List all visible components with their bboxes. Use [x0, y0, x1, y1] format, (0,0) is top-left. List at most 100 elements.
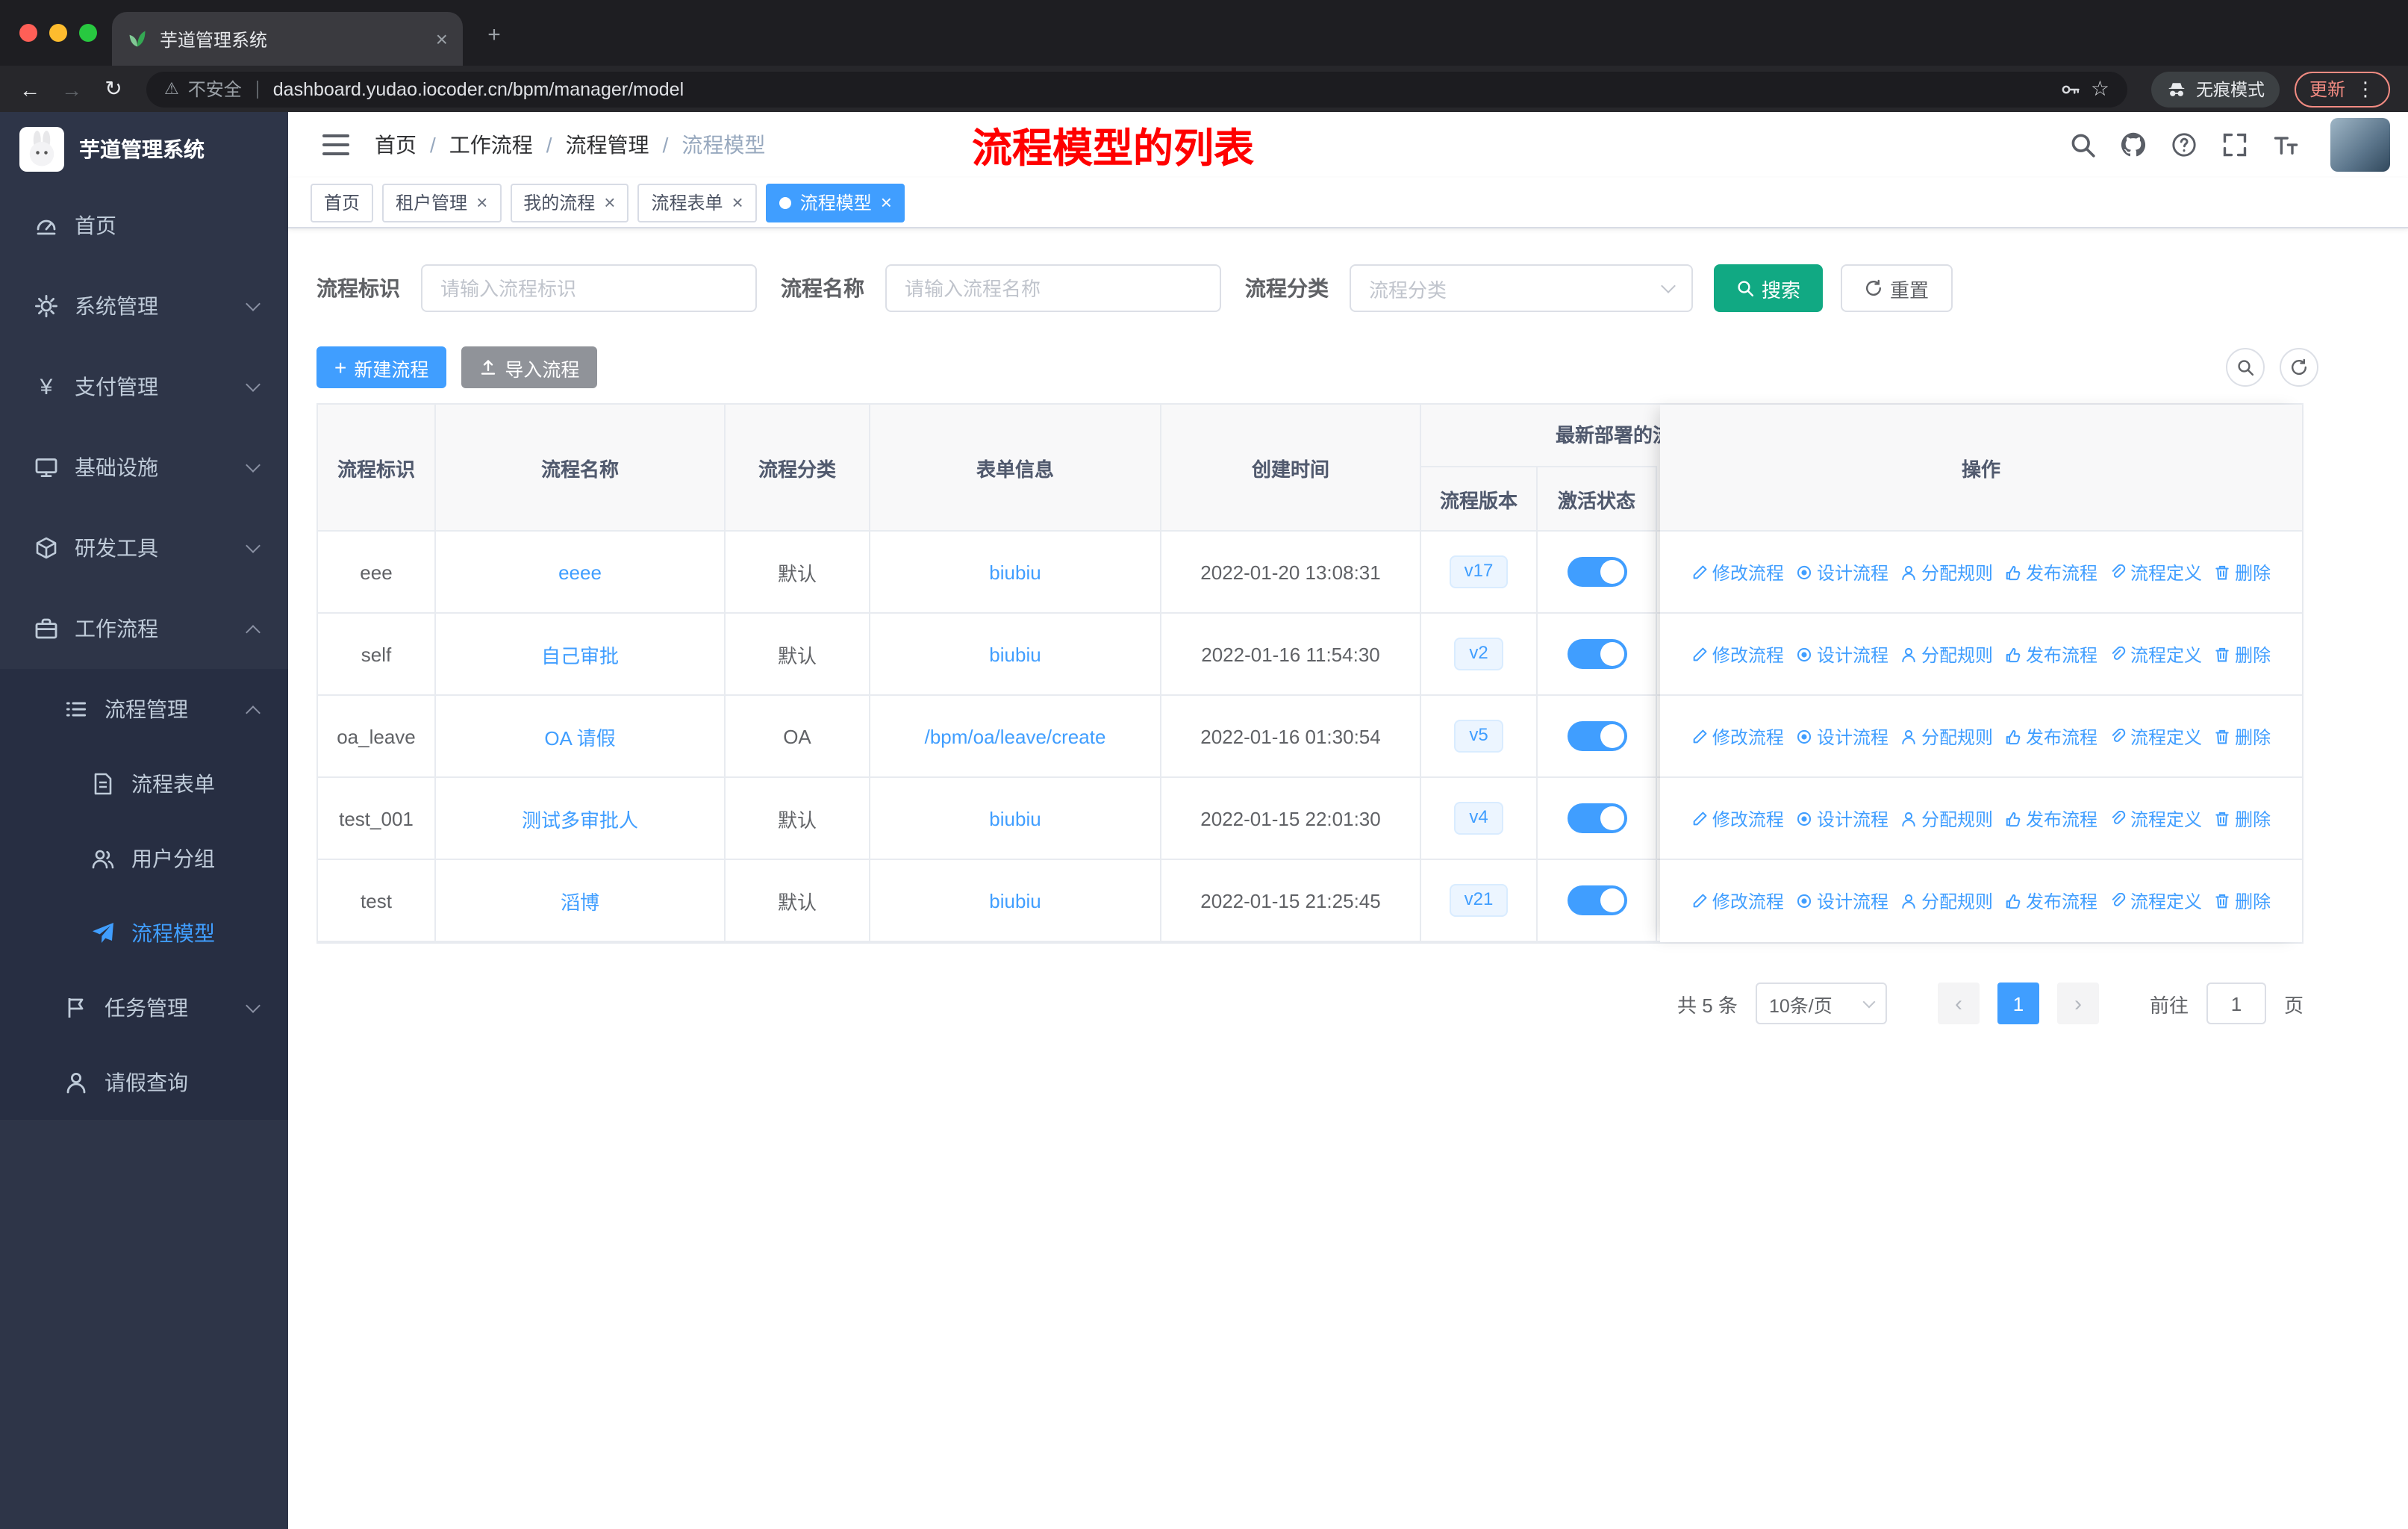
action-assign-rule[interactable]: 分配规则 — [1900, 559, 1993, 585]
close-icon[interactable]: × — [476, 193, 487, 212]
window-zoom-button[interactable] — [79, 24, 97, 42]
close-icon[interactable]: × — [732, 193, 743, 212]
active-toggle[interactable] — [1567, 885, 1626, 915]
form-link[interactable]: biubiu — [989, 889, 1041, 912]
sidebar-item-user-group[interactable]: 用户分组 — [0, 821, 288, 896]
page-1-button[interactable]: 1 — [1997, 983, 2039, 1024]
app-logo[interactable]: 芋道管理系统 — [0, 112, 288, 185]
new-tab-button[interactable]: + — [481, 21, 508, 48]
prev-page-button[interactable]: ‹ — [1937, 983, 1980, 1024]
tag-home[interactable]: 首页 — [311, 183, 374, 222]
tab-close-icon[interactable]: × — [436, 27, 448, 51]
forward-button[interactable]: → — [54, 71, 90, 107]
action-publish[interactable]: 发布流程 — [2005, 559, 2097, 585]
update-chip[interactable]: 更新 ⋮ — [2294, 71, 2390, 107]
action-definition[interactable]: 流程定义 — [2109, 641, 2202, 667]
sidebar-item-devtools[interactable]: 研发工具 — [0, 508, 288, 588]
sidebar-item-process-model[interactable]: 流程模型 — [0, 896, 288, 971]
active-toggle[interactable] — [1567, 639, 1626, 669]
reset-button[interactable]: 重置 — [1841, 264, 1953, 312]
action-delete[interactable]: 删除 — [2214, 641, 2271, 667]
search-button[interactable] — [2068, 131, 2096, 159]
action-modify[interactable]: 修改流程 — [1691, 723, 1784, 749]
breadcrumb-item-process-management[interactable]: 流程管理 — [566, 130, 649, 160]
form-link[interactable]: biubiu — [989, 643, 1041, 665]
back-button[interactable]: ← — [12, 71, 48, 107]
action-design[interactable]: 设计流程 — [1796, 723, 1888, 749]
form-link[interactable]: biubiu — [989, 561, 1041, 583]
action-design[interactable]: 设计流程 — [1796, 559, 1888, 585]
process-name-input[interactable] — [885, 264, 1221, 312]
font-size-button[interactable] — [2271, 131, 2299, 159]
action-design[interactable]: 设计流程 — [1796, 806, 1888, 831]
create-process-button[interactable]: + 新建流程 — [316, 346, 447, 388]
sidebar-item-payment[interactable]: ¥ 支付管理 — [0, 346, 288, 427]
active-toggle[interactable] — [1567, 803, 1626, 833]
action-definition[interactable]: 流程定义 — [2109, 806, 2202, 831]
window-close-button[interactable] — [19, 24, 37, 42]
bookmark-star-icon[interactable]: ☆ — [2091, 76, 2109, 102]
sidebar-item-system[interactable]: 系统管理 — [0, 266, 288, 346]
page-size-select[interactable]: 10条/页 — [1755, 983, 1887, 1024]
tag-my-process[interactable]: 我的流程 × — [510, 183, 629, 222]
action-assign-rule[interactable]: 分配规则 — [1900, 806, 1993, 831]
process-name-link[interactable]: OA 请假 — [544, 722, 615, 750]
browser-tab[interactable]: 芋道管理系统 × — [112, 12, 463, 66]
window-minimize-button[interactable] — [49, 24, 67, 42]
github-button[interactable] — [2118, 131, 2147, 159]
process-name-link[interactable]: 测试多审批人 — [522, 804, 638, 832]
import-process-button[interactable]: 导入流程 — [461, 346, 598, 388]
goto-page-input[interactable] — [2206, 983, 2266, 1024]
search-button-form[interactable]: 搜索 — [1714, 264, 1824, 312]
hamburger-icon[interactable] — [318, 127, 354, 163]
process-id-input[interactable] — [421, 264, 757, 312]
action-modify[interactable]: 修改流程 — [1691, 559, 1784, 585]
process-name-link[interactable]: eeee — [558, 561, 602, 583]
process-name-link[interactable]: 滔博 — [561, 886, 599, 915]
action-assign-rule[interactable]: 分配规则 — [1900, 888, 1993, 914]
tag-process-model[interactable]: 流程模型 × — [765, 183, 905, 222]
sidebar-item-infrastructure[interactable]: 基础设施 — [0, 427, 288, 508]
action-definition[interactable]: 流程定义 — [2109, 888, 2202, 914]
category-select[interactable]: 流程分类 — [1350, 264, 1693, 312]
action-modify[interactable]: 修改流程 — [1691, 888, 1784, 914]
process-name-link[interactable]: 自己审批 — [541, 640, 619, 668]
sidebar-item-task-management[interactable]: 任务管理 — [0, 971, 288, 1045]
action-delete[interactable]: 删除 — [2214, 723, 2271, 749]
sidebar-item-leave-query[interactable]: 请假查询 — [0, 1045, 288, 1120]
active-toggle[interactable] — [1567, 557, 1626, 587]
sidebar-item-workflow[interactable]: 工作流程 — [0, 588, 288, 669]
tag-tenant-management[interactable]: 租户管理 × — [382, 183, 502, 222]
action-modify[interactable]: 修改流程 — [1691, 641, 1784, 667]
action-modify[interactable]: 修改流程 — [1691, 806, 1784, 831]
sidebar-item-process-management[interactable]: 流程管理 — [0, 672, 288, 747]
action-delete[interactable]: 删除 — [2214, 559, 2271, 585]
breadcrumb-item-home[interactable]: 首页 — [375, 130, 417, 160]
next-page-button[interactable]: › — [2056, 983, 2099, 1024]
action-assign-rule[interactable]: 分配规则 — [1900, 641, 1993, 667]
close-icon[interactable]: × — [881, 193, 892, 212]
browser-menu-icon[interactable]: ⋮ — [2356, 77, 2375, 101]
toggle-search-button[interactable] — [2226, 348, 2265, 387]
user-avatar[interactable] — [2330, 118, 2390, 172]
action-delete[interactable]: 删除 — [2214, 806, 2271, 831]
tag-process-form[interactable]: 流程表单 × — [637, 183, 757, 222]
action-definition[interactable]: 流程定义 — [2109, 559, 2202, 585]
action-publish[interactable]: 发布流程 — [2005, 723, 2097, 749]
refresh-table-button[interactable] — [2280, 348, 2318, 387]
action-delete[interactable]: 删除 — [2214, 888, 2271, 914]
form-link[interactable]: biubiu — [989, 807, 1041, 829]
password-key-icon[interactable] — [2061, 78, 2082, 99]
action-definition[interactable]: 流程定义 — [2109, 723, 2202, 749]
breadcrumb-item-workflow[interactable]: 工作流程 — [449, 130, 533, 160]
active-toggle[interactable] — [1567, 721, 1626, 751]
help-button[interactable] — [2169, 131, 2198, 159]
action-publish[interactable]: 发布流程 — [2005, 641, 2097, 667]
action-design[interactable]: 设计流程 — [1796, 888, 1888, 914]
sidebar-item-home[interactable]: 首页 — [0, 185, 288, 266]
sidebar-item-process-form[interactable]: 流程表单 — [0, 747, 288, 821]
address-bar[interactable]: ⚠ 不安全 dashboard.yudao.iocoder.cn/bpm/man… — [146, 71, 2127, 107]
action-publish[interactable]: 发布流程 — [2005, 888, 2097, 914]
action-assign-rule[interactable]: 分配规则 — [1900, 723, 1993, 749]
close-icon[interactable]: × — [604, 193, 615, 212]
